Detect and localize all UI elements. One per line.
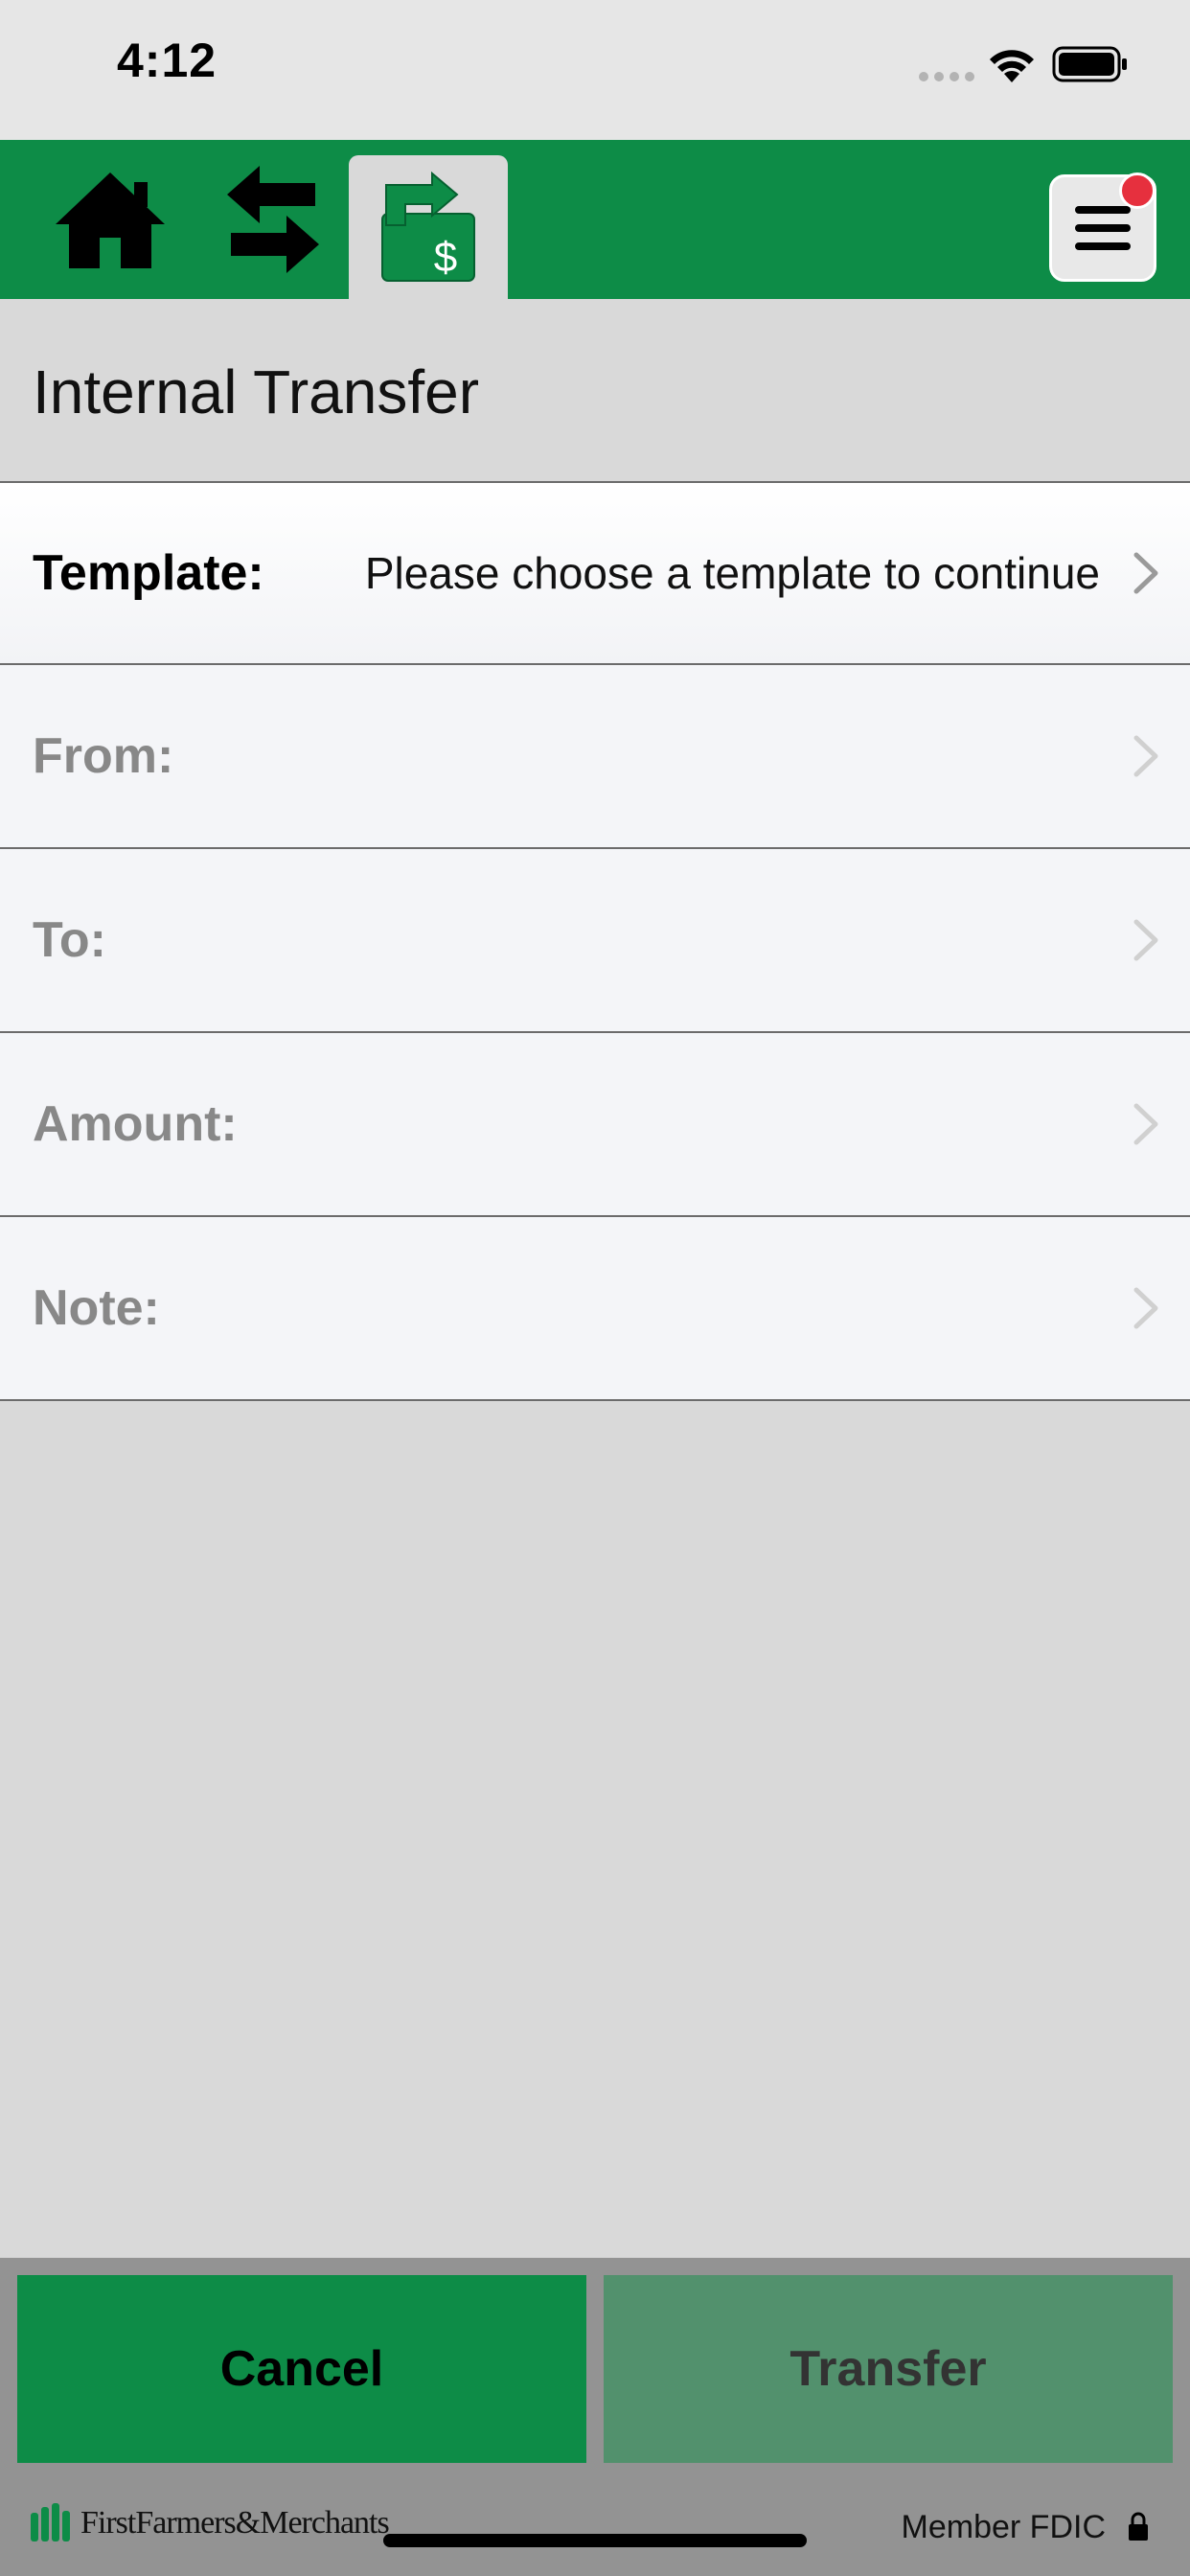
chevron-right-icon: [1131, 665, 1161, 847]
cancel-button[interactable]: Cancel: [17, 2275, 586, 2463]
from-row[interactable]: From:: [0, 665, 1190, 849]
amount-row[interactable]: Amount:: [0, 1033, 1190, 1217]
nav-internal-transfer-tab[interactable]: $: [349, 155, 508, 299]
battery-icon: [1052, 46, 1127, 82]
notification-badge: [1119, 172, 1156, 209]
home-icon: [56, 172, 165, 268]
template-row[interactable]: Template: Please choose a template to co…: [0, 483, 1190, 665]
status-time: 4:12: [117, 34, 217, 87]
hamburger-menu-icon: [1075, 206, 1131, 250]
template-value: Please choose a template to continue: [364, 548, 1100, 598]
nav-home-button[interactable]: [38, 140, 182, 299]
lock-icon: [1129, 2512, 1148, 2541]
action-bar: Cancel Transfer: [0, 2258, 1190, 2469]
wifi-icon: [990, 50, 1034, 82]
chevron-right-icon: [1131, 483, 1161, 663]
template-label: Template:: [33, 545, 264, 601]
chevron-right-icon: [1131, 1033, 1161, 1215]
bank-logo: FirstFarmers&Merchants: [29, 2503, 390, 2542]
home-indicator: [383, 2534, 807, 2547]
top-nav-bar: $: [0, 140, 1190, 299]
page-title: Internal Transfer: [33, 357, 479, 426]
fdic-label: Member FDIC: [901, 2509, 1106, 2545]
chevron-right-icon: [1131, 1217, 1161, 1399]
note-label: Note:: [33, 1280, 160, 1336]
wheat-logo-icon: [31, 2503, 70, 2542]
bank-name: FirstFarmers&Merchants: [80, 2505, 390, 2541]
from-label: From:: [33, 728, 174, 784]
cellular-signal-icon: [919, 72, 974, 81]
swap-arrows-icon: [227, 166, 319, 273]
amount-label: Amount:: [33, 1096, 238, 1152]
chevron-right-icon: [1131, 849, 1161, 1031]
footer: FirstFarmers&Merchants Member FDIC: [0, 2469, 1190, 2576]
nav-transfers-button[interactable]: [201, 140, 345, 299]
transfer-dollar-icon: $: [381, 172, 475, 282]
note-row[interactable]: Note:: [0, 1217, 1190, 1401]
page-header: Internal Transfer: [0, 299, 1190, 483]
to-label: To:: [33, 912, 106, 968]
to-row[interactable]: To:: [0, 849, 1190, 1033]
status-bar: 4:12: [0, 0, 1190, 140]
svg-text:$: $: [434, 234, 457, 281]
transfer-button[interactable]: Transfer: [604, 2275, 1173, 2463]
transfer-form: Template: Please choose a template to co…: [0, 483, 1190, 1401]
